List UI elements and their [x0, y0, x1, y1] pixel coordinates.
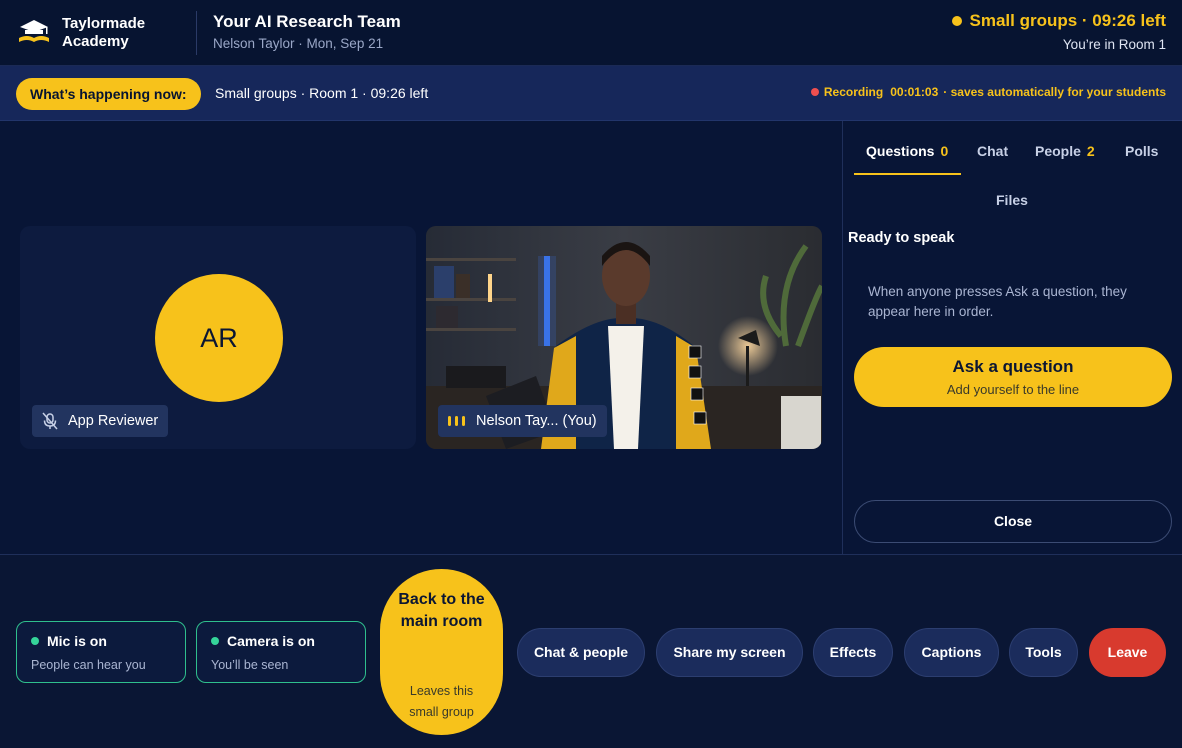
- status-dot-icon: [211, 637, 219, 645]
- tab-label: Chat: [977, 143, 1009, 159]
- tab-label: Polls: [1125, 143, 1159, 159]
- tab-count: 0: [940, 143, 949, 159]
- camera-status: Camera is on: [211, 633, 315, 649]
- back-to-main-room-label: Back to the main room: [398, 591, 485, 630]
- participant-name-tag: Nelson Tay... (You): [438, 405, 607, 437]
- tab-polls[interactable]: Polls: [1125, 143, 1158, 159]
- recording-indicator: Recording 00:01:03 · saves automatically…: [810, 85, 1166, 99]
- session-status-text: Small groups · 09:26 left: [969, 11, 1167, 30]
- recording-dot-icon: [810, 88, 819, 96]
- share-screen-button[interactable]: Share my screen: [656, 628, 803, 677]
- ask-question-label: Ask a question: [952, 357, 1074, 376]
- recording-label: Recording: [823, 85, 884, 99]
- meeting-subtitle: Nelson Taylor · Mon, Sep 21: [213, 36, 384, 51]
- tab-count: 2: [1086, 143, 1095, 159]
- mic-status-label: Mic is on: [47, 633, 107, 649]
- top-header: Taylormade Academy Your AI Research Team…: [0, 0, 1182, 66]
- header-divider: [196, 11, 197, 55]
- happening-now-badge: What’s happening now:: [16, 78, 201, 110]
- recording-time: 00:01:03: [890, 85, 939, 99]
- audio-level-icon: [448, 416, 465, 426]
- happening-now-text: Small groups · Room 1 · 09:26 left: [215, 85, 429, 101]
- tab-chat[interactable]: Chat: [977, 143, 1008, 159]
- mic-toggle[interactable]: Mic is on People can hear you: [16, 621, 186, 683]
- camera-toggle[interactable]: Camera is on You’ll be seen: [196, 621, 366, 683]
- recording-note: · saves automatically for your students: [943, 85, 1166, 99]
- close-panel-button[interactable]: Close: [854, 500, 1172, 543]
- participant-tile-self[interactable]: Nelson Tay... (You): [426, 226, 822, 449]
- status-dot-icon: [31, 637, 39, 645]
- ask-question-button[interactable]: Ask a question Add yourself to the line: [854, 347, 1172, 407]
- academy-logo-icon: [19, 20, 49, 42]
- room-note: You’re in Room 1: [1062, 37, 1166, 52]
- participant-name: Nelson Tay... (You): [476, 413, 597, 429]
- captions-button[interactable]: Captions: [904, 628, 999, 677]
- effects-button[interactable]: Effects: [813, 628, 893, 677]
- session-status: Small groups · 09:26 left: [951, 11, 1167, 31]
- side-panel: Questions 0 Chat People 2 Polls Files Read…: [842, 121, 1182, 554]
- leave-button[interactable]: Leave: [1089, 628, 1166, 677]
- participant-name: App Reviewer: [68, 413, 159, 429]
- back-to-main-room-button[interactable]: Back to the main room Leaves this small …: [380, 569, 503, 735]
- queue-empty-note: When anyone presses Ask a question, they…: [868, 284, 1127, 319]
- meeting-title: Your AI Research Team: [213, 12, 401, 31]
- bottom-control-bar: Mic is on People can hear you Camera is …: [0, 554, 1182, 748]
- section-title: Ready to speak: [848, 230, 955, 246]
- chat-people-button[interactable]: Chat & people: [517, 628, 645, 677]
- camera-status-note: You’ll be seen: [211, 658, 289, 672]
- participant-name-tag: App Reviewer: [32, 405, 169, 437]
- tab-people[interactable]: People 2: [1035, 143, 1095, 159]
- ask-question-subtitle: Add yourself to the line: [946, 382, 1080, 397]
- mic-off-icon: [42, 412, 58, 430]
- info-bar: What’s happening now: Small groups · Roo…: [0, 66, 1182, 121]
- mic-status-note: People can hear you: [31, 658, 146, 672]
- avatar: AR: [155, 274, 283, 402]
- video-stage: AR App Reviewer Nelson Tay... (You): [0, 121, 842, 554]
- back-to-main-room-note: Leaves this small group: [409, 684, 474, 719]
- tab-files[interactable]: Files: [996, 192, 1028, 208]
- mic-status: Mic is on: [31, 633, 107, 649]
- tab-label: People: [1035, 143, 1081, 159]
- camera-status-label: Camera is on: [227, 633, 315, 649]
- tools-button[interactable]: Tools: [1009, 628, 1078, 677]
- status-dot-icon: [951, 16, 962, 26]
- active-tab-indicator: [854, 173, 961, 175]
- tab-questions[interactable]: Questions 0: [866, 143, 948, 159]
- tab-label: Questions: [866, 143, 935, 159]
- participant-tile[interactable]: AR App Reviewer: [20, 226, 416, 449]
- brand-name: Taylormade Academy: [62, 15, 146, 50]
